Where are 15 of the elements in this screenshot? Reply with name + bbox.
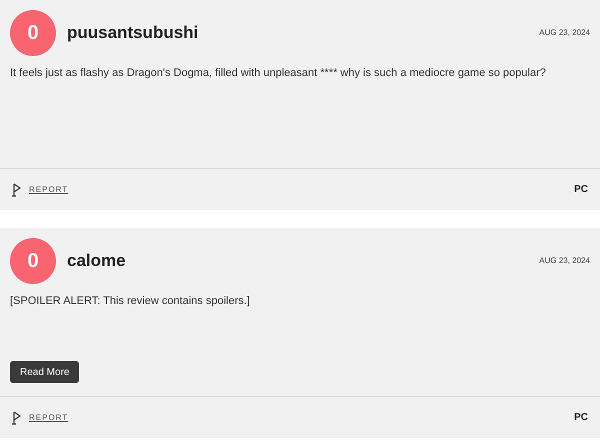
username[interactable]: calome	[67, 248, 126, 274]
review-text: [SPOILER ALERT: This review contains spoilers.]	[9, 294, 251, 309]
review-date: AUG 23, 2024	[539, 27, 590, 39]
avatar: 0	[10, 10, 56, 56]
flag-icon	[12, 410, 21, 424]
platform-label: PC	[574, 411, 588, 425]
flag-icon	[12, 182, 21, 196]
username[interactable]: puusantsubushi	[67, 20, 198, 46]
review-date: AUG 23, 2024	[539, 255, 590, 267]
avatar: 0	[10, 238, 56, 284]
review-text: It feels just as flashy as Dragon's Dogma, filled with unpleasant **** why is such a mediocre game so popular?	[9, 66, 547, 81]
read-more-button[interactable]: Read More	[10, 361, 80, 383]
report-link[interactable]: REPORT	[29, 412, 68, 424]
platform-label: PC	[574, 183, 588, 197]
report-link[interactable]: REPORT	[29, 184, 68, 196]
